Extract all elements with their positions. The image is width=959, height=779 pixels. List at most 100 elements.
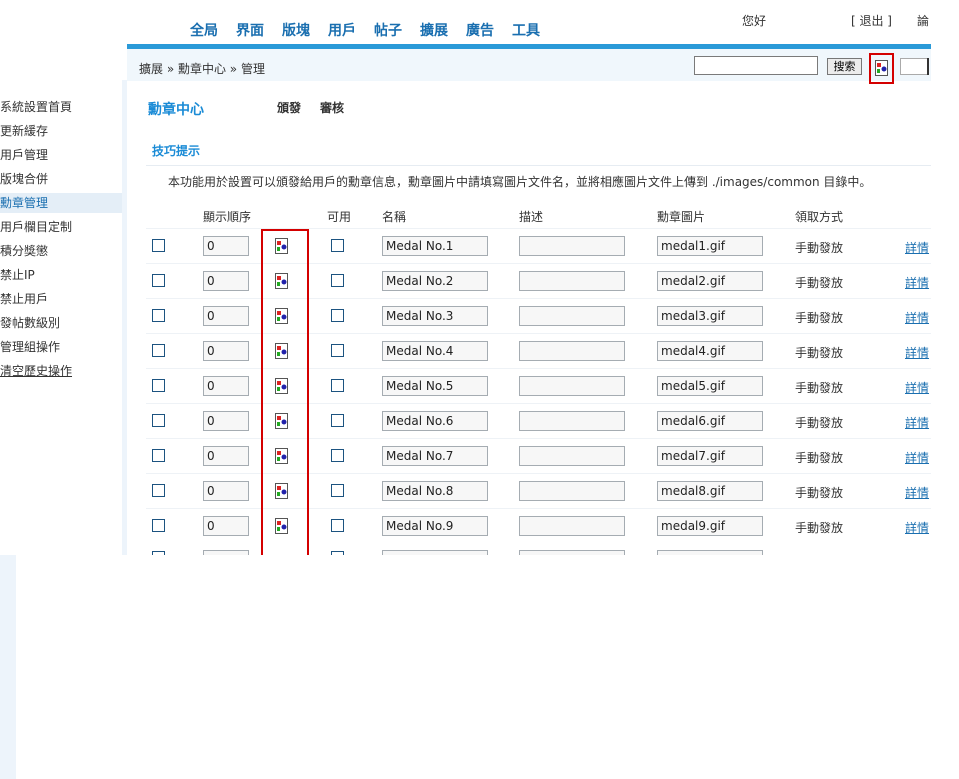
medal-name-input[interactable]: [382, 376, 488, 396]
medal-name-input[interactable]: [382, 411, 488, 431]
medal-name-input[interactable]: [382, 446, 488, 466]
highlight-frame: [869, 53, 894, 84]
nav-tab-global[interactable]: 全局: [190, 20, 218, 40]
lang-select[interactable]: [900, 58, 928, 75]
award-method: 手動發放: [795, 346, 844, 360]
available-checkbox[interactable]: [331, 379, 344, 392]
sidebar-item-medal-management[interactable]: 勳章管理: [0, 193, 122, 213]
medal-description-input[interactable]: [519, 516, 625, 536]
medal-image-input[interactable]: [657, 411, 763, 431]
available-checkbox[interactable]: [331, 239, 344, 252]
select-checkbox[interactable]: [152, 344, 165, 357]
detail-link[interactable]: 詳情: [905, 309, 931, 326]
search-input[interactable]: [694, 56, 818, 75]
detail-link[interactable]: 詳情: [905, 519, 931, 536]
search-button[interactable]: 搜索: [827, 58, 862, 75]
breadcrumb-bar: 擴展 » 勳章中心 » 管理 搜索: [127, 49, 931, 84]
sidebar-item-update-cache[interactable]: 更新緩存: [0, 121, 122, 141]
sidebar-item-settings-home[interactable]: 系統設置首頁: [0, 97, 122, 117]
select-checkbox[interactable]: [152, 379, 165, 392]
order-input[interactable]: [203, 271, 249, 291]
medal-name-input[interactable]: [382, 516, 488, 536]
divider: [146, 165, 931, 166]
select-checkbox[interactable]: [152, 309, 165, 322]
select-checkbox[interactable]: [152, 239, 165, 252]
nav-tab-users[interactable]: 用戶: [328, 20, 356, 40]
order-input[interactable]: [203, 376, 249, 396]
detail-link[interactable]: 詳情: [905, 449, 931, 466]
nav-tab-interface[interactable]: 界面: [236, 20, 264, 40]
order-input[interactable]: [203, 236, 249, 256]
detail-link[interactable]: 詳情: [905, 239, 931, 256]
medal-name-input[interactable]: [382, 306, 488, 326]
medal-description-input[interactable]: [519, 271, 625, 291]
tab-review[interactable]: 審核: [320, 99, 344, 116]
order-input[interactable]: [203, 446, 249, 466]
nav-tab-forums[interactable]: 版塊: [282, 20, 310, 40]
select-checkbox[interactable]: [152, 519, 165, 532]
detail-link[interactable]: 詳情: [905, 414, 931, 431]
medal-description-input[interactable]: [519, 481, 625, 501]
sidebar-item-user-management[interactable]: 用戶管理: [0, 145, 122, 165]
forum-link[interactable]: 論: [917, 12, 931, 29]
medal-name-input[interactable]: [382, 271, 488, 291]
select-checkbox[interactable]: [152, 484, 165, 497]
medal-image-input[interactable]: [657, 306, 763, 326]
nav-tab-posts[interactable]: 帖子: [374, 20, 402, 40]
sidebar-item-credits[interactable]: 積分獎懲: [0, 241, 122, 261]
order-input[interactable]: [203, 341, 249, 361]
available-checkbox[interactable]: [331, 344, 344, 357]
nav-tabs: 全局 界面 版塊 用戶 帖子 擴展 廣告 工具: [190, 20, 558, 40]
available-checkbox[interactable]: [331, 519, 344, 532]
sidebar-item-user-fields[interactable]: 用戶欄目定制: [0, 217, 122, 237]
medal-image-input[interactable]: [657, 376, 763, 396]
detail-link[interactable]: 詳情: [905, 344, 931, 361]
medal-image-input[interactable]: [657, 236, 763, 256]
medal-image-input[interactable]: [657, 341, 763, 361]
select-checkbox[interactable]: [152, 414, 165, 427]
sidebar-item-post-ranks[interactable]: 發帖數級別: [0, 313, 122, 333]
sidebar-item-admin-actions[interactable]: 管理組操作: [0, 337, 122, 357]
medal-description-input[interactable]: [519, 446, 625, 466]
medal-description-input[interactable]: [519, 306, 625, 326]
broken-image-icon[interactable]: [874, 60, 890, 76]
nav-tab-tools[interactable]: 工具: [512, 20, 540, 40]
medal-image-input[interactable]: [657, 271, 763, 291]
sidebar-item-clear-history[interactable]: 清空歷史操作: [0, 361, 122, 381]
sidebar-item-ban-ip[interactable]: 禁止IP: [0, 265, 122, 285]
available-checkbox[interactable]: [331, 484, 344, 497]
medal-image-input[interactable]: [657, 516, 763, 536]
medal-name-input[interactable]: [382, 481, 488, 501]
nav-tab-extensions[interactable]: 擴展: [420, 20, 448, 40]
sidebar-item-forum-merge[interactable]: 版塊合併: [0, 169, 122, 189]
col-header-available: 可用: [327, 210, 352, 224]
detail-link[interactable]: 詳情: [905, 274, 931, 291]
detail-link[interactable]: 詳情: [905, 379, 931, 396]
greeting-text: 您好: [742, 14, 767, 28]
order-input[interactable]: [203, 481, 249, 501]
medal-image-input[interactable]: [657, 446, 763, 466]
breadcrumb: 擴展 » 勳章中心 » 管理: [139, 62, 265, 76]
award-method: 手動發放: [795, 311, 844, 325]
tab-award[interactable]: 頒發: [277, 99, 301, 116]
order-input[interactable]: [203, 516, 249, 536]
medal-description-input[interactable]: [519, 411, 625, 431]
medal-description-input[interactable]: [519, 341, 625, 361]
available-checkbox[interactable]: [331, 414, 344, 427]
nav-tab-ads[interactable]: 廣告: [466, 20, 494, 40]
select-checkbox[interactable]: [152, 274, 165, 287]
order-input[interactable]: [203, 411, 249, 431]
medal-description-input[interactable]: [519, 236, 625, 256]
medal-name-input[interactable]: [382, 341, 488, 361]
detail-link[interactable]: 詳情: [905, 484, 931, 501]
order-input[interactable]: [203, 306, 249, 326]
medal-description-input[interactable]: [519, 376, 625, 396]
available-checkbox[interactable]: [331, 274, 344, 287]
available-checkbox[interactable]: [331, 309, 344, 322]
sidebar-item-ban-user[interactable]: 禁止用戶: [0, 289, 122, 309]
available-checkbox[interactable]: [331, 449, 344, 462]
select-checkbox[interactable]: [152, 449, 165, 462]
medal-name-input[interactable]: [382, 236, 488, 256]
logout-link[interactable]: [ 退出 ]: [851, 12, 892, 29]
medal-image-input[interactable]: [657, 481, 763, 501]
